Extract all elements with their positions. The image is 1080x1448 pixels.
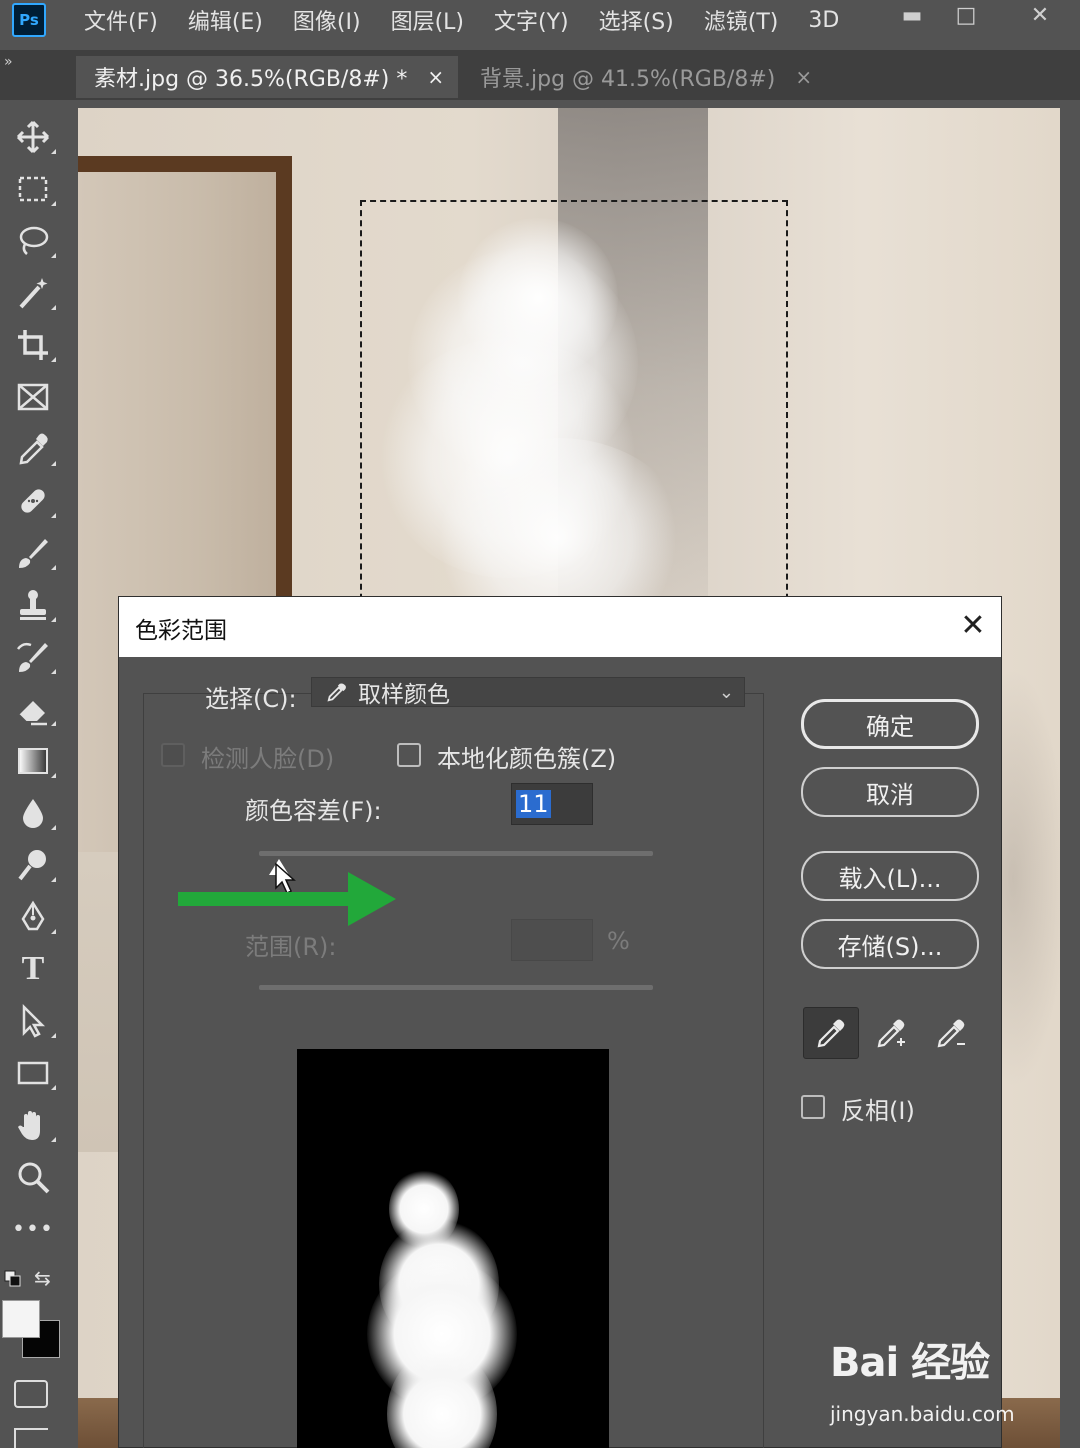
selection-preview[interactable] bbox=[297, 1049, 609, 1448]
tab-close-icon[interactable]: × bbox=[427, 65, 444, 89]
history-brush-icon[interactable] bbox=[10, 634, 56, 680]
rectangle-icon[interactable] bbox=[10, 1050, 56, 1096]
tools-panel: T ••• ⇆ bbox=[0, 100, 70, 1448]
dialog-title: 色彩范围 bbox=[135, 618, 227, 644]
window-close-button[interactable]: ✕ bbox=[1020, 0, 1060, 30]
path-selection-icon[interactable] bbox=[10, 998, 56, 1044]
save-button[interactable]: 存储(S)... bbox=[801, 919, 979, 969]
invert-label: 反相(I) bbox=[841, 1097, 915, 1125]
menu-type[interactable]: 文字(Y) bbox=[494, 4, 569, 36]
menu-layer[interactable]: 图层(L) bbox=[391, 4, 464, 36]
eyedropper-icon bbox=[327, 683, 346, 702]
zoom-icon[interactable] bbox=[10, 1154, 56, 1200]
chevron-down-icon: ⌄ bbox=[718, 682, 734, 703]
fuzziness-label: 颜色容差(F): bbox=[245, 797, 382, 825]
type-icon[interactable]: T bbox=[10, 946, 56, 992]
pen-icon[interactable] bbox=[10, 894, 56, 940]
menu-bar: Ps 文件(F) 编辑(E) 图像(I) 图层(L) 文字(Y) 选择(S) 滤… bbox=[0, 0, 1080, 44]
watermark-url: jingyan.baidu.com bbox=[830, 1402, 1015, 1426]
watermark-logo: Bai 经验 bbox=[830, 1340, 990, 1386]
preview-mask-shape bbox=[389, 1169, 459, 1249]
detect-faces-checkbox bbox=[161, 743, 185, 767]
maximize-button[interactable]: □ bbox=[946, 0, 986, 30]
range-input bbox=[511, 919, 593, 961]
fuzziness-value: 11 bbox=[516, 790, 551, 818]
menu-filter[interactable]: 滤镜(T) bbox=[704, 4, 779, 36]
panel-collapse-icon[interactable]: » bbox=[4, 54, 13, 70]
color-swatches: ⇆ bbox=[0, 1260, 70, 1370]
crop-icon[interactable] bbox=[10, 322, 56, 368]
range-label: 范围(R): bbox=[245, 933, 337, 961]
select-label: 选择(C): bbox=[205, 685, 297, 713]
photoshop-logo-icon: Ps bbox=[12, 3, 46, 37]
tab-background-jpg[interactable]: 背景.jpg @ 41.5%(RGB/8#) × bbox=[462, 56, 822, 98]
localized-clusters-checkbox[interactable] bbox=[397, 743, 421, 767]
menu-image[interactable]: 图像(I) bbox=[293, 4, 361, 36]
menu-file[interactable]: 文件(F) bbox=[84, 4, 158, 36]
eraser-icon[interactable] bbox=[10, 686, 56, 732]
eyedropper-icon[interactable] bbox=[10, 426, 56, 472]
localized-clusters-label: 本地化颜色簇(Z) bbox=[437, 745, 617, 773]
tab-material-jpg[interactable]: 素材.jpg @ 36.5%(RGB/8#) * × bbox=[76, 56, 458, 98]
main-menu: 文件(F) 编辑(E) 图像(I) 图层(L) 文字(Y) 选择(S) 滤镜(T… bbox=[84, 0, 869, 40]
swap-colors-icon[interactable]: ⇆ bbox=[34, 1266, 51, 1290]
color-range-dialog: 色彩范围 ✕ 选择(C): 取样颜色 ⌄ 检测人脸(D) 本地化颜色簇(Z) 颜… bbox=[118, 596, 1002, 1448]
menu-select[interactable]: 选择(S) bbox=[599, 4, 674, 36]
gradient-icon[interactable] bbox=[10, 738, 56, 784]
menu-edit[interactable]: 编辑(E) bbox=[188, 4, 263, 36]
quick-mask-icon[interactable] bbox=[14, 1380, 48, 1408]
screen-mode-icon[interactable] bbox=[14, 1428, 48, 1448]
group-border bbox=[763, 693, 764, 1448]
marquee-rect-icon[interactable] bbox=[10, 166, 56, 212]
magic-wand-icon[interactable] bbox=[10, 270, 56, 316]
annotation-arrow-icon bbox=[178, 872, 396, 926]
range-unit: % bbox=[607, 927, 630, 955]
load-button[interactable]: 载入(L)... bbox=[801, 851, 979, 901]
lasso-icon[interactable] bbox=[10, 218, 56, 264]
minimize-button[interactable]: ▬ bbox=[892, 0, 932, 30]
tab-label: 背景.jpg @ 41.5%(RGB/8#) bbox=[480, 67, 776, 92]
selection-marquee bbox=[360, 200, 788, 620]
brush-icon[interactable] bbox=[10, 530, 56, 576]
select-dropdown[interactable]: 取样颜色 ⌄ bbox=[311, 677, 745, 708]
default-colors-icon[interactable] bbox=[4, 1270, 22, 1288]
frame-icon[interactable] bbox=[10, 374, 56, 420]
ok-button[interactable]: 确定 bbox=[801, 699, 979, 749]
healing-brush-icon[interactable] bbox=[10, 478, 56, 524]
fuzziness-slider-track[interactable] bbox=[259, 851, 653, 856]
eyedropper-icon[interactable] bbox=[803, 1007, 859, 1059]
eyedropper-add-icon[interactable] bbox=[863, 1007, 919, 1059]
select-value: 取样颜色 bbox=[358, 682, 450, 708]
detect-faces-label: 检测人脸(D) bbox=[201, 745, 335, 773]
invert-checkbox[interactable] bbox=[801, 1095, 825, 1119]
menu-3d[interactable]: 3D bbox=[808, 8, 839, 33]
dodge-icon[interactable] bbox=[10, 842, 56, 888]
group-border bbox=[143, 693, 144, 1448]
tab-close-icon[interactable]: × bbox=[795, 65, 812, 89]
move-icon[interactable] bbox=[10, 114, 56, 160]
dialog-titlebar: 色彩范围 ✕ bbox=[119, 597, 1001, 657]
more-tools-icon[interactable]: ••• bbox=[10, 1206, 56, 1252]
clone-stamp-icon[interactable] bbox=[10, 582, 56, 628]
foreground-color-swatch[interactable] bbox=[2, 1300, 40, 1338]
cancel-button[interactable]: 取消 bbox=[801, 767, 979, 817]
hand-icon[interactable] bbox=[10, 1102, 56, 1148]
baidu-jingyan-watermark: Bai 经验 jingyan.baidu.com bbox=[826, 1330, 1066, 1430]
tab-label: 素材.jpg @ 36.5%(RGB/8#) * bbox=[94, 67, 408, 92]
fuzziness-input[interactable]: 11 bbox=[511, 783, 593, 825]
dialog-close-button[interactable]: ✕ bbox=[955, 607, 991, 643]
blur-icon[interactable] bbox=[10, 790, 56, 836]
range-slider-track bbox=[259, 985, 653, 990]
eyedropper-subtract-icon[interactable] bbox=[923, 1007, 979, 1059]
